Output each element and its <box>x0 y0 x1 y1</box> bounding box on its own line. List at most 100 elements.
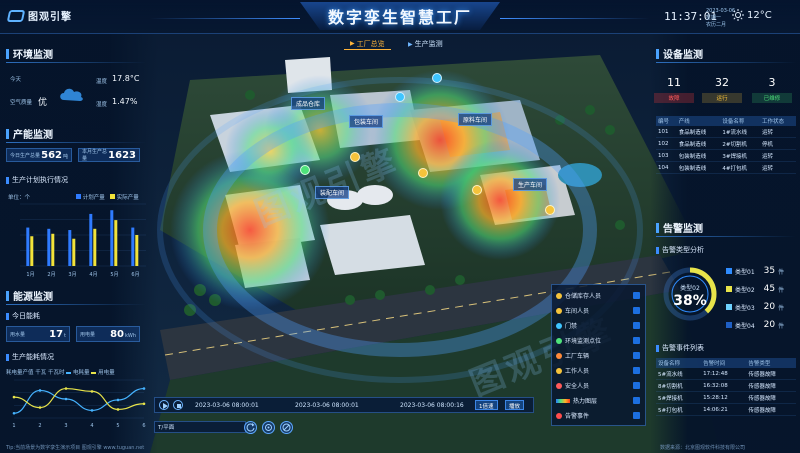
map-label-packaging-workshop[interactable]: 包装车间 <box>349 115 384 128</box>
alarm-type-row[interactable]: 类型03 20 件 <box>726 302 784 312</box>
table-row[interactable]: 5#打包机 14:06:21 传感器故障 <box>656 403 796 416</box>
title-bar-icon <box>6 48 9 59</box>
data-point <box>142 387 146 390</box>
water-usage-box: 用水量 17t <box>6 326 70 342</box>
gate-marker[interactable] <box>395 92 405 102</box>
layer-toggle[interactable]: 车间人员 <box>556 306 640 315</box>
today-output-value: 562 <box>41 149 62 161</box>
subsection-title-plan: 生产计划执行情况 <box>6 175 68 185</box>
legend-swatch <box>76 194 81 199</box>
tab-factory-overview[interactable]: ▶ 工厂总览 <box>344 38 391 50</box>
layer-toggle[interactable]: 告警事件 <box>556 411 640 420</box>
cell: 5#焊接机 <box>656 391 702 404</box>
subsection-title-alarm-list: 告警事件列表 <box>656 343 704 353</box>
alarm-type-unit: 件 <box>778 304 785 312</box>
refresh-button[interactable] <box>244 421 257 434</box>
vehicle-icon <box>556 352 562 359</box>
section-title-env: 环境监测 <box>6 46 53 61</box>
table-row[interactable]: 5#流水线 17:12:48 传感器故障 <box>656 368 796 380</box>
personnel-marker[interactable] <box>350 152 360 162</box>
map-label-raw-material-workshop[interactable]: 原料车间 <box>458 113 493 126</box>
month-output-label: 本月生产总量 <box>82 149 108 162</box>
legend-swatch <box>110 194 115 199</box>
env-humidity-label: 湿度 <box>96 102 108 108</box>
subsection-title-text: 告警事件列表 <box>662 344 704 352</box>
device-stat-label: 运行 <box>702 93 742 103</box>
checkbox[interactable] <box>633 352 640 359</box>
alarm-icon <box>556 412 562 419</box>
map-label-assembly-workshop[interactable]: 装配车间 <box>315 186 350 199</box>
checkbox[interactable] <box>633 307 640 314</box>
layer-toggle[interactable]: 环境监测点位 <box>556 336 640 345</box>
stop-button[interactable] <box>173 400 183 410</box>
device-stat-value: 32 <box>715 76 729 89</box>
layer-toggle[interactable]: 门禁 <box>556 321 640 330</box>
layer-toggle[interactable]: 仓储库存人员 <box>556 291 640 300</box>
alarm-type-label: 类型03 <box>735 304 755 312</box>
data-point <box>12 411 16 415</box>
env-air-label: 空气质量 <box>10 100 33 106</box>
gate-marker[interactable] <box>432 73 442 83</box>
locate-button[interactable] <box>262 421 275 434</box>
sun-icon <box>732 9 744 21</box>
alarm-type-row[interactable]: 类型04 20 件 <box>726 320 784 330</box>
checkbox[interactable] <box>633 412 640 419</box>
table-row[interactable]: 8#切割机 16:32:08 传感器故障 <box>656 379 796 392</box>
tab-production-monitoring[interactable]: ▶ 生产监测 <box>402 38 449 50</box>
alarm-type-row[interactable]: 类型02 45 件 <box>726 284 784 294</box>
device-stat-running[interactable]: 32 运行 <box>702 74 742 106</box>
layer-toggle[interactable]: 热力图层 <box>556 396 640 405</box>
env-point-marker[interactable] <box>300 165 310 175</box>
map-label-production-workshop[interactable]: 生产车间 <box>513 178 548 191</box>
refresh-icon <box>246 423 255 432</box>
section-title-text: 告警监测 <box>663 224 703 235</box>
footer-tip: Tip:当前场景为数字孪生演示项目 图观引擎 www.tuguan.net <box>6 445 145 451</box>
temperature: 12°C <box>747 9 772 21</box>
chevron-right-icon: ▶ <box>350 40 355 47</box>
worker-icon <box>556 367 562 374</box>
cell: 101 <box>656 126 677 138</box>
divider <box>656 236 796 237</box>
table-row[interactable]: 104 包装制造线 4#打包机 运转 <box>656 161 796 174</box>
device-stat-repaired[interactable]: 3 已维修 <box>752 74 792 106</box>
map-label-finished-warehouse[interactable]: 成品仓库 <box>291 97 326 110</box>
checkbox[interactable] <box>633 337 640 344</box>
layer-toggle[interactable]: 工厂车辆 <box>556 351 640 360</box>
title-bar-icon <box>6 353 9 361</box>
reset-view-button[interactable] <box>280 421 293 434</box>
personnel-marker[interactable] <box>418 168 428 178</box>
table-row[interactable]: 102 食品制造线 2#切割机 停机 <box>656 137 796 150</box>
table-row[interactable]: 103 包装制造线 3#焊接机 运转 <box>656 149 796 162</box>
personnel-marker[interactable] <box>472 185 482 195</box>
play-button[interactable] <box>159 400 169 410</box>
chevron-right-icon: ▶ <box>408 40 413 48</box>
checkbox[interactable] <box>633 322 640 329</box>
alarm-type-row[interactable]: 类型01 35 件 <box>726 266 784 276</box>
layer-toggle[interactable]: 工作人员 <box>556 366 640 375</box>
gate-icon <box>556 322 562 329</box>
checkbox[interactable] <box>633 292 640 299</box>
table-row[interactable]: 101 食品制造线 1#流水线 运转 <box>656 126 796 138</box>
cell: 16:32:08 <box>701 379 747 392</box>
table-row[interactable]: 5#焊接机 15:28:12 传感器故障 <box>656 391 796 404</box>
checkbox[interactable] <box>633 367 640 374</box>
column-header: 告警时间 <box>701 358 747 368</box>
alarm-type-value: 20 <box>763 302 776 312</box>
checkbox[interactable] <box>633 397 640 404</box>
cell: 传感器故障 <box>746 379 796 392</box>
speed-select[interactable]: 1倍速 <box>475 400 498 410</box>
view-mode-select[interactable]: T/平面 <box>154 421 246 433</box>
title-bar-icon <box>6 312 9 320</box>
x-tick-label: 3 <box>64 423 67 428</box>
mode-select[interactable]: 播放 <box>505 400 525 410</box>
cell: 5#流水线 <box>656 368 702 380</box>
device-stat-fault[interactable]: 11 故障 <box>654 74 694 106</box>
cell: 1#流水线 <box>720 126 760 138</box>
personnel-marker[interactable] <box>545 205 555 215</box>
layer-label: 安全人员 <box>565 383 590 390</box>
subsection-title-today-energy: 今日能耗 <box>6 311 40 321</box>
layer-toggle[interactable]: 安全人员 <box>556 381 640 390</box>
divider <box>6 142 146 143</box>
energy-trend-chart: 1 2 3 4 5 6 <box>12 379 146 428</box>
checkbox[interactable] <box>633 382 640 389</box>
